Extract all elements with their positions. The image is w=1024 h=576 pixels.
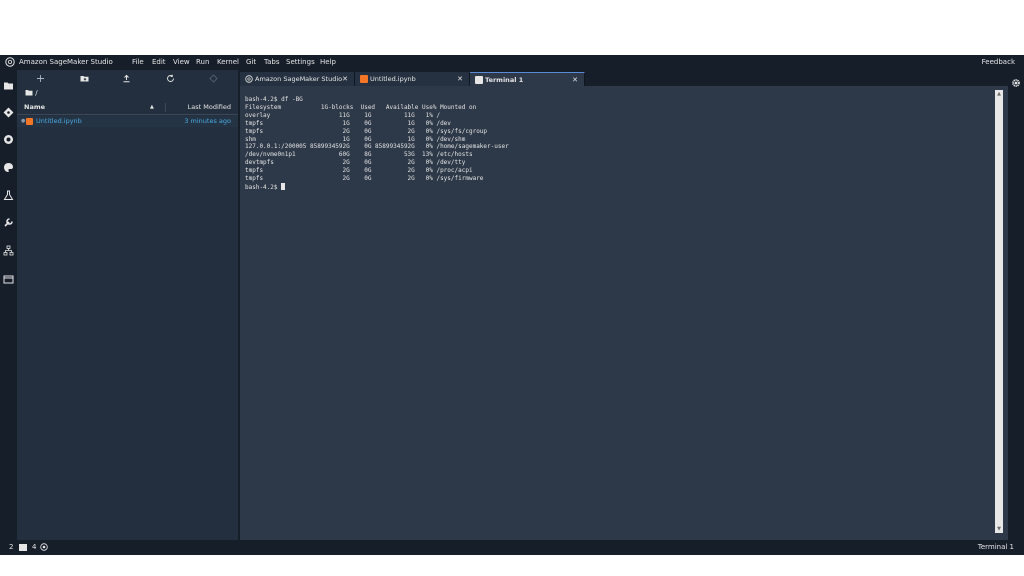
menu-git[interactable]: Git [246, 55, 256, 70]
breadcrumb: / [25, 89, 38, 97]
running-dot-icon: ● [21, 118, 26, 124]
menu-file[interactable]: File [132, 55, 144, 70]
folder-icon[interactable] [3, 80, 14, 91]
tab-label: Terminal 1 [485, 76, 524, 84]
kernel-status-icon[interactable] [40, 543, 48, 551]
file-last-modified: 3 minutes ago [184, 117, 231, 125]
tab-close-icon[interactable]: ✕ [457, 72, 463, 86]
file-list-item[interactable]: ● Untitled.ipynb 3 minutes ago [17, 116, 238, 127]
column-name[interactable]: Name [24, 101, 45, 114]
status-count[interactable]: 2 [9, 540, 13, 555]
folder-crumb-icon[interactable] [25, 89, 33, 96]
running-icon[interactable] [3, 134, 14, 145]
terminal-line: tmpfs 2G 0G 2G 0% /sys/fs/cgroup [245, 127, 488, 135]
terminal-panel[interactable]: bash-4.2$ df -BG Filesystem 1G-blocks Us… [240, 86, 1008, 540]
app-name: Amazon SageMaker Studio [19, 58, 113, 66]
terminal-line: devtmpfs 2G 0G 2G 0% /dev/tty [245, 159, 466, 167]
file-name[interactable]: Untitled.ipynb [36, 116, 82, 127]
scroll-down-icon[interactable]: ▼ [995, 525, 1003, 533]
tab-sagemaker-studio[interactable]: Amazon SageMaker Studio ✕ [240, 72, 355, 86]
menu-help[interactable]: Help [320, 55, 336, 70]
terminal-line: tmpfs 2G 0G 2G 0% /proc/acpi [245, 167, 473, 175]
sort-caret-icon[interactable]: ▲ [150, 101, 154, 114]
window-icon[interactable] [3, 274, 14, 285]
tab-close-icon[interactable]: ✕ [572, 73, 578, 87]
feedback-link[interactable]: Feedback [982, 55, 1015, 70]
terminal-scrollbar[interactable]: ▲ ▼ [995, 90, 1003, 533]
terminal-line: bash-4.2$ df -BG [245, 96, 303, 103]
terminal-output[interactable]: bash-4.2$ df -BG Filesystem 1G-blocks Us… [245, 96, 509, 192]
breadcrumb-path[interactable]: / [35, 89, 37, 97]
menu-run[interactable]: Run [196, 55, 209, 70]
terminal-line: 127.0.0.1:/200005 8589934592G 0G 8589934… [245, 143, 509, 151]
scroll-up-icon[interactable]: ▲ [995, 90, 1003, 98]
status-active-tab: Terminal 1 [977, 543, 1014, 551]
right-sidebar [1008, 70, 1024, 540]
git-clone-icon[interactable] [209, 74, 218, 83]
sagemaker-logo-icon [5, 57, 15, 67]
terminal-tab-icon [475, 76, 483, 84]
file-browser-panel: / Name ▲ Last Modified ● Untitled.ipynb … [17, 70, 238, 540]
file-list-header: Name ▲ Last Modified [17, 101, 238, 115]
terminal-line: tmpfs 1G 0G 1G 0% /dev [245, 119, 451, 127]
gear-icon[interactable] [1011, 78, 1021, 88]
status-bar: 2 4 Terminal 1 [0, 540, 1024, 555]
refresh-icon[interactable] [166, 74, 175, 83]
terminal-line: shm 1G 0G 1G 0% /dev/shm [245, 135, 466, 143]
sagemaker-studio-window: Amazon SageMaker Studio File Edit View R… [0, 55, 1024, 555]
tab-bar: Amazon SageMaker Studio ✕ Untitled.ipynb… [240, 70, 1008, 87]
column-last-modified[interactable]: Last Modified [188, 101, 231, 114]
status-count[interactable]: 4 [32, 540, 36, 555]
menu-bar: Amazon SageMaker Studio File Edit View R… [0, 55, 1024, 70]
terminal-prompt: bash-4.2$ [245, 183, 282, 191]
tab-label: Untitled.ipynb [370, 75, 416, 83]
terminal-line: Filesystem 1G-blocks Used Available Use%… [245, 103, 477, 111]
sagemaker-tab-icon [245, 75, 253, 83]
terminal-line: /dev/nvme0n1p1 60G 8G 53G 13% /etc/hosts [245, 151, 473, 159]
notebook-file-icon [26, 118, 33, 125]
menu-edit[interactable]: Edit [152, 55, 166, 70]
git-icon[interactable] [3, 107, 14, 118]
tab-untitled-notebook[interactable]: Untitled.ipynb ✕ [355, 72, 470, 86]
wrench-icon[interactable] [3, 217, 14, 228]
column-divider [165, 103, 166, 112]
menu-settings[interactable]: Settings [286, 55, 315, 70]
flask-icon[interactable] [3, 190, 14, 201]
tab-label: Amazon SageMaker Studio [255, 75, 343, 83]
new-folder-icon[interactable] [80, 74, 89, 83]
new-launcher-icon[interactable] [36, 74, 45, 83]
palette-icon[interactable] [3, 162, 14, 173]
menu-view[interactable]: View [173, 55, 190, 70]
terminal-line: overlay 11G 1G 11G 1% / [245, 111, 441, 119]
tab-close-icon[interactable]: ✕ [342, 72, 348, 86]
menu-tabs[interactable]: Tabs [264, 55, 280, 70]
file-browser-toolbar [17, 70, 238, 87]
network-icon[interactable] [3, 245, 14, 256]
terminal-line: tmpfs 2G 0G 2G 0% /sys/firmware [245, 175, 484, 183]
tab-terminal[interactable]: Terminal 1 ✕ [470, 72, 585, 87]
activity-bar [0, 70, 17, 540]
upload-icon[interactable] [122, 74, 131, 83]
notebook-tab-icon [360, 75, 368, 83]
menu-kernel[interactable]: Kernel [217, 55, 239, 70]
terminal-status-icon[interactable] [19, 544, 27, 551]
terminal-cursor [281, 182, 286, 190]
